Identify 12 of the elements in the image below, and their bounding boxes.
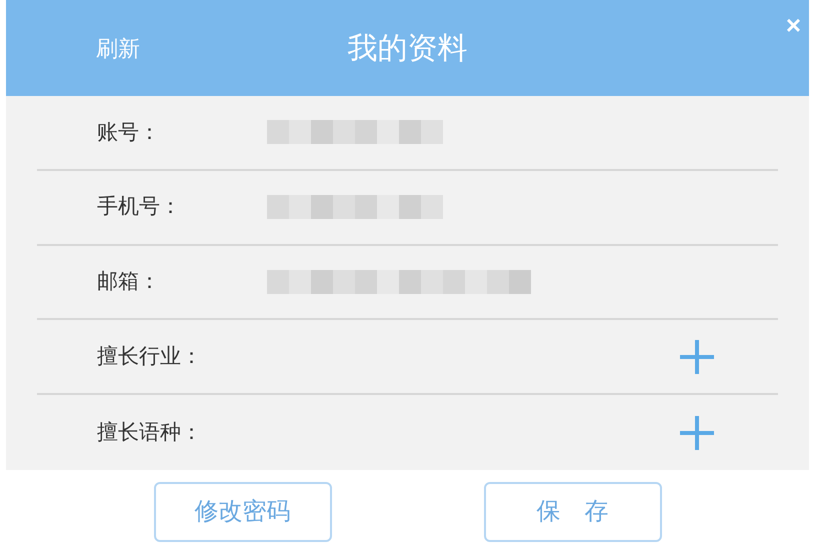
- change-password-button[interactable]: 修改密码: [154, 482, 332, 542]
- plus-icon[interactable]: [678, 338, 716, 376]
- field-label: 擅长语种：: [96, 420, 203, 446]
- refresh-button[interactable]: 刷新: [96, 32, 166, 64]
- field-label: 手机号：: [96, 194, 182, 220]
- plus-icon[interactable]: [678, 414, 716, 452]
- window-title: 我的资料: [346, 30, 468, 66]
- field-label: 邮箱：: [96, 269, 161, 296]
- close-button[interactable]: ×: [786, 12, 801, 38]
- save-button[interactable]: 保 存: [484, 482, 662, 542]
- field-label: 账号：: [96, 120, 161, 146]
- field-label: 擅长行业：: [96, 344, 203, 370]
